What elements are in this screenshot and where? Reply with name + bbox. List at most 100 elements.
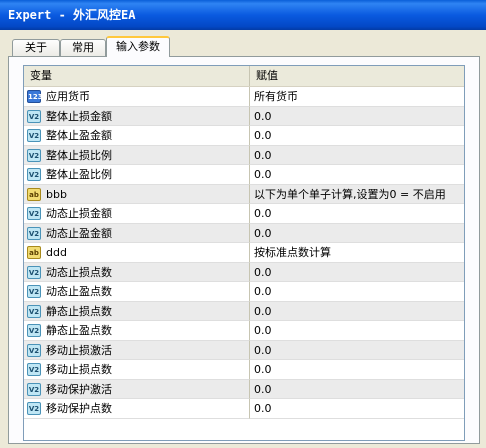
variable-name: 应用货币 [46,90,90,103]
tab-common-label: 常用 [72,41,94,54]
value-cell[interactable]: 0.0 [250,380,464,399]
table-row[interactable]: V2 移动保护激活 0.0 [24,379,464,399]
variable-cell: V2 动态止损点数 [24,262,250,282]
value-cell[interactable]: 以下为单个单子计算,设置为0 = 不启用 [250,185,464,204]
double-type-icon: V2 [27,285,41,298]
tab-common[interactable]: 常用 [60,39,106,56]
value-cell[interactable]: 0.0 [250,302,464,321]
double-type-icon: V2 [27,226,41,240]
variable-cell: V2 移动保护点数 [24,399,250,419]
table-row[interactable]: V2 动态止损点数 0.0 [24,262,464,282]
double-type-icon: V2 [27,343,41,357]
variable-cell: ab bbb [24,184,250,204]
variable-name: 移动止损激活 [46,343,112,357]
table-row[interactable]: V2 整体止盈金额 0.0 [24,126,464,146]
tab-inputs-label: 输入参数 [116,40,160,53]
column-header-variable-label: 变量 [30,69,52,82]
table-row[interactable]: V2 动态止盈金额 0.0 [24,223,464,243]
column-header-value[interactable]: 赋值 [250,66,464,86]
variable-name: 动态止损金额 [46,207,112,220]
column-header-variable[interactable]: 变量 [24,66,250,86]
double-type-icon: V2 [27,109,41,123]
variable-name: 移动保护点数 [46,402,112,415]
value-cell[interactable]: 0.0 [250,224,464,243]
variable-name: 静态止盈点数 [46,324,112,337]
inputs-tab-panel: 变量 赋值 123 应用货币 所有货币 V2 整体止损金额 0.0 V2 整体止盈金额 0.0 V… [8,56,480,444]
double-type-icon: V2 [27,382,41,396]
table-row[interactable]: V2 移动止损激活 0.0 [24,340,464,360]
table-row[interactable]: ab bbb 以下为单个单子计算,设置为0 = 不启用 [24,184,464,204]
grid-body: 123 应用货币 所有货币 V2 整体止损金额 0.0 V2 整体止盈金额 0.0 V2 整体止损比… [24,87,464,419]
table-row[interactable]: V2 移动止损点数 0.0 [24,360,464,380]
variable-cell: V2 整体止盈金额 [24,126,250,146]
double-type-icon: V2 [27,265,41,279]
value-cell[interactable]: 0.0 [250,360,464,380]
value-cell[interactable]: 0.0 [250,282,464,302]
grid-header: 变量 赋值 [24,66,464,87]
variable-name: 移动保护激活 [46,382,112,396]
value-cell[interactable]: 0.0 [250,321,464,341]
variable-name: 整体止盈金额 [46,129,112,142]
variable-cell: V2 移动止损激活 [24,340,250,360]
variable-cell: V2 整体止盈比例 [24,165,250,185]
value-cell[interactable]: 0.0 [250,165,464,185]
double-type-icon: V2 [27,304,41,318]
string-type-icon: ab [27,187,41,201]
value-cell[interactable]: 0.0 [250,399,464,419]
double-type-icon: V2 [27,168,41,181]
double-type-icon: V2 [27,363,41,376]
table-row[interactable]: V2 静态止盈点数 0.0 [24,321,464,341]
variable-cell: V2 动态止损金额 [24,204,250,224]
variable-cell: V2 整体止损金额 [24,106,250,126]
variable-cell: V2 整体止损比例 [24,145,250,165]
tab-about[interactable]: 关于 [12,39,60,56]
variable-name: 整体止盈比例 [46,168,112,181]
table-row[interactable]: V2 整体止盈比例 0.0 [24,165,464,185]
double-type-icon: V2 [27,324,41,337]
variable-name: bbb [46,187,67,201]
table-row[interactable]: ab ddd 按标准点数计算 [24,243,464,263]
column-header-value-label: 赋值 [256,69,278,82]
variable-cell: V2 动态止盈点数 [24,282,250,302]
variable-name: 动态止盈点数 [46,285,112,298]
variable-name: 移动止损点数 [46,363,112,376]
variable-name: 动态止盈金额 [46,226,112,240]
variable-cell: V2 静态止盈点数 [24,321,250,341]
variable-name: 整体止损比例 [46,148,112,162]
variable-cell: V2 动态止盈金额 [24,223,250,243]
table-row[interactable]: 123 应用货币 所有货币 [24,87,464,107]
value-cell[interactable]: 0.0 [250,204,464,224]
variable-name: 静态止损点数 [46,304,112,318]
int-type-icon: 123 [27,90,43,103]
variable-name: 动态止损点数 [46,265,112,279]
value-cell[interactable]: 所有货币 [250,87,464,107]
value-cell[interactable]: 0.0 [250,341,464,360]
table-row[interactable]: V2 整体止损金额 0.0 [24,106,464,126]
variable-cell: 123 应用货币 [24,87,250,107]
double-type-icon: V2 [27,129,41,142]
double-type-icon: V2 [27,148,41,162]
tab-about-label: 关于 [25,41,47,54]
variable-cell: V2 移动止损点数 [24,360,250,380]
tab-inputs[interactable]: 输入参数 [106,36,170,57]
value-cell[interactable]: 按标准点数计算 [250,243,464,263]
value-cell[interactable]: 0.0 [250,107,464,126]
table-row[interactable]: V2 移动保护点数 0.0 [24,399,464,419]
variable-cell: V2 移动保护激活 [24,379,250,399]
table-row[interactable]: V2 静态止损点数 0.0 [24,301,464,321]
window-titlebar[interactable]: Expert - 外汇风控EA [0,0,486,30]
window-title: Expert - 外汇风控EA [8,8,136,22]
table-row[interactable]: V2 整体止损比例 0.0 [24,145,464,165]
variable-name: ddd [46,246,67,259]
double-type-icon: V2 [27,207,41,220]
variable-cell: V2 静态止损点数 [24,301,250,321]
value-cell[interactable]: 0.0 [250,146,464,165]
double-type-icon: V2 [27,402,41,415]
value-cell[interactable]: 0.0 [250,263,464,282]
variable-cell: ab ddd [24,243,250,263]
table-row[interactable]: V2 动态止损金额 0.0 [24,204,464,224]
value-cell[interactable]: 0.0 [250,126,464,146]
variable-name: 整体止损金额 [46,109,112,123]
parameters-grid[interactable]: 变量 赋值 123 应用货币 所有货币 V2 整体止损金额 0.0 V2 整体止盈金额 0.0 V… [23,65,465,441]
table-row[interactable]: V2 动态止盈点数 0.0 [24,282,464,302]
